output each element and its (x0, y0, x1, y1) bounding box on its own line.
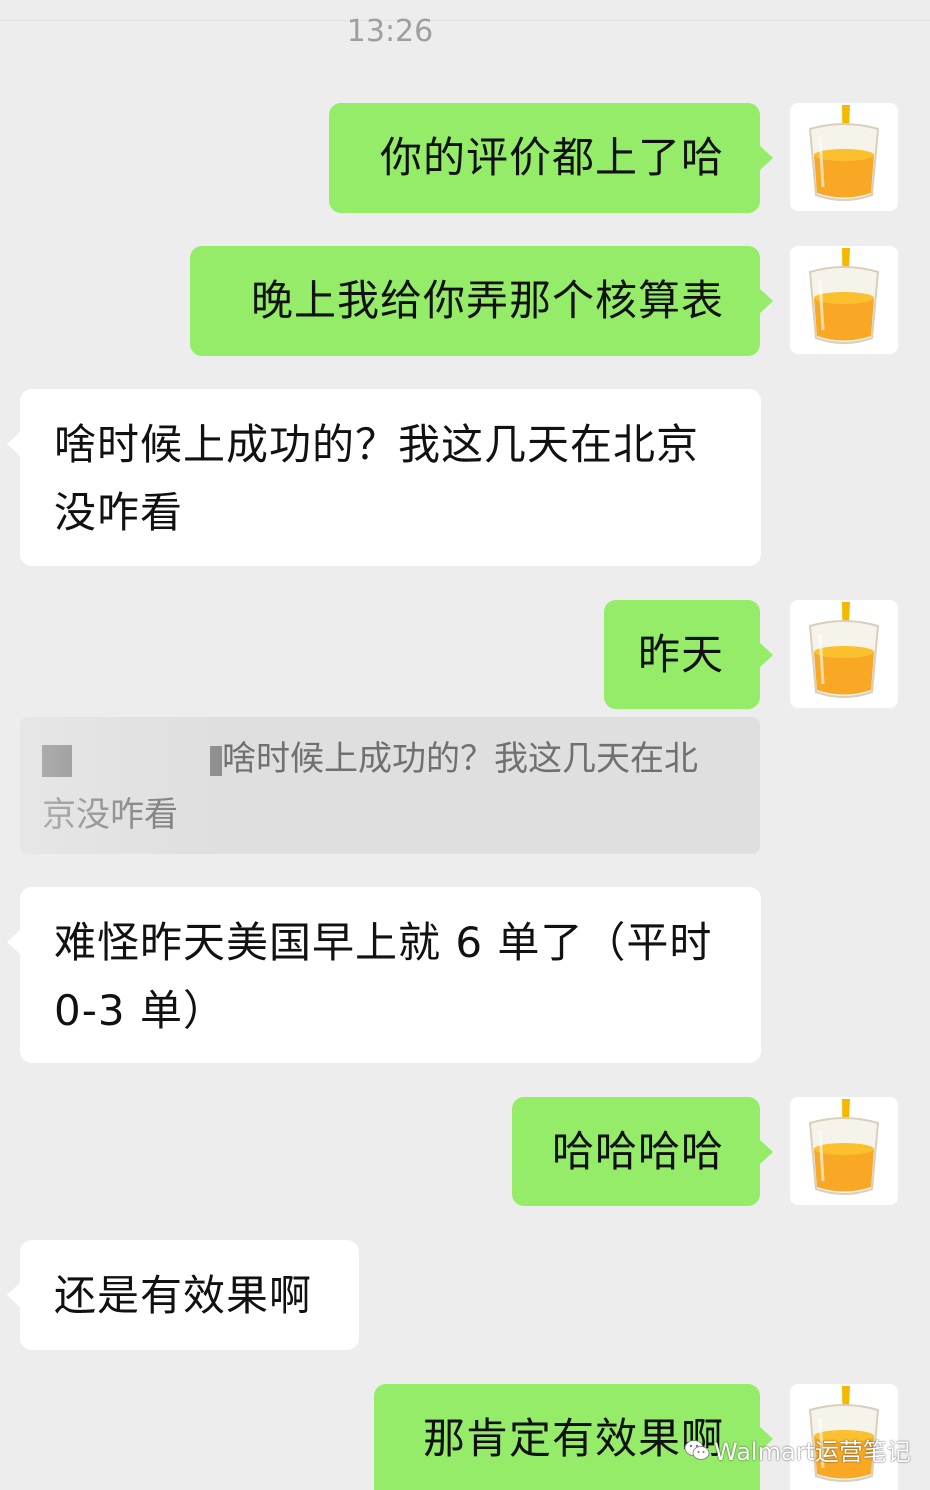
watermark-text: Walmart运营笔记 (714, 1438, 911, 1466)
self-avatar[interactable] (790, 1097, 898, 1205)
message-text: 昨天 (638, 630, 725, 679)
message-text: 晚上我给你弄那个核算表 (250, 276, 724, 325)
self-avatar[interactable] (790, 600, 898, 708)
top-divider (0, 20, 930, 21)
orange-juice-glass-icon (808, 1099, 880, 1195)
outgoing-message[interactable]: 你的评价都上了哈 (329, 103, 773, 213)
outgoing-message[interactable]: 昨天 (604, 600, 773, 709)
quoted-message[interactable]: 啥时候上成功的？我这几天在北京没咋看 (20, 717, 760, 854)
message-timestamp: 13:26 (346, 14, 434, 49)
incoming-message[interactable]: 还是有效果啊 (7, 1240, 359, 1350)
message-text: 你的评价都上了哈 (379, 133, 724, 182)
redacted-mark (210, 745, 222, 776)
self-avatar[interactable] (790, 103, 898, 211)
orange-juice-glass-icon (808, 248, 880, 344)
redacted-name (42, 744, 72, 777)
orange-juice-glass-icon (808, 602, 880, 698)
orange-juice-glass-icon (808, 105, 880, 201)
quoted-text: 啥时候上成功的？我这几天在北京没咋看 (42, 739, 698, 835)
self-avatar[interactable] (790, 246, 898, 354)
message-text: 难怪昨天美国早上就 6 单了（平时 0-3 单） (54, 918, 713, 1035)
wechat-icon (684, 1439, 710, 1460)
incoming-message[interactable]: 难怪昨天美国早上就 6 单了（平时 0-3 单） (7, 887, 761, 1063)
outgoing-message[interactable]: 哈哈哈哈 (512, 1097, 773, 1206)
outgoing-message[interactable]: 晚上我给你弄那个核算表 (190, 246, 773, 356)
message-text: 啥时候上成功的？我这几天在北京没咋看 (54, 420, 700, 537)
incoming-message[interactable]: 啥时候上成功的？我这几天在北京没咋看 (7, 389, 761, 566)
message-text: 哈哈哈哈 (551, 1127, 724, 1176)
message-text: 那肯定有效果啊 (422, 1414, 724, 1463)
watermark: Walmart运营笔记 (684, 1432, 911, 1467)
message-text: 还是有效果啊 (54, 1271, 313, 1320)
